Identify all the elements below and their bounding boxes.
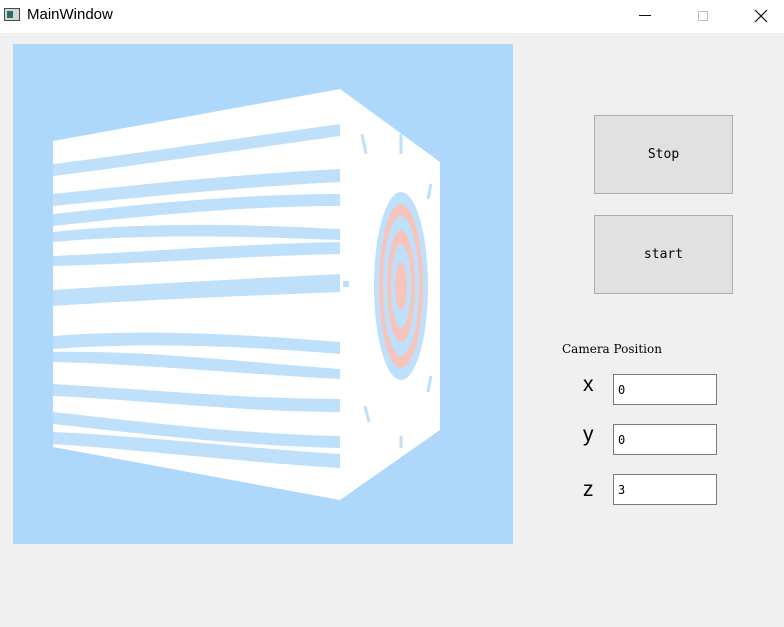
z-label: z — [583, 478, 594, 501]
maximize-button[interactable] — [680, 0, 726, 31]
minimize-icon — [639, 15, 651, 16]
minimize-button[interactable] — [622, 0, 668, 31]
y-label: y — [583, 423, 594, 446]
close-button[interactable] — [738, 0, 784, 31]
x-label: x — [583, 373, 594, 396]
cube-left-face — [53, 89, 340, 500]
camera-position-label: Camera Position — [562, 342, 662, 356]
start-button[interactable]: start — [594, 215, 733, 294]
close-icon — [754, 9, 768, 22]
window-title: MainWindow — [27, 6, 113, 23]
maximize-icon — [698, 10, 708, 21]
opengl-viewport[interactable] — [13, 44, 513, 544]
camera-x-input[interactable] — [613, 374, 717, 405]
app-window-icon — [4, 8, 20, 21]
camera-y-input[interactable] — [613, 424, 717, 455]
camera-z-input[interactable] — [613, 474, 717, 505]
title-bar[interactable]: MainWindow — [0, 0, 784, 33]
stop-button[interactable]: Stop — [594, 115, 733, 194]
